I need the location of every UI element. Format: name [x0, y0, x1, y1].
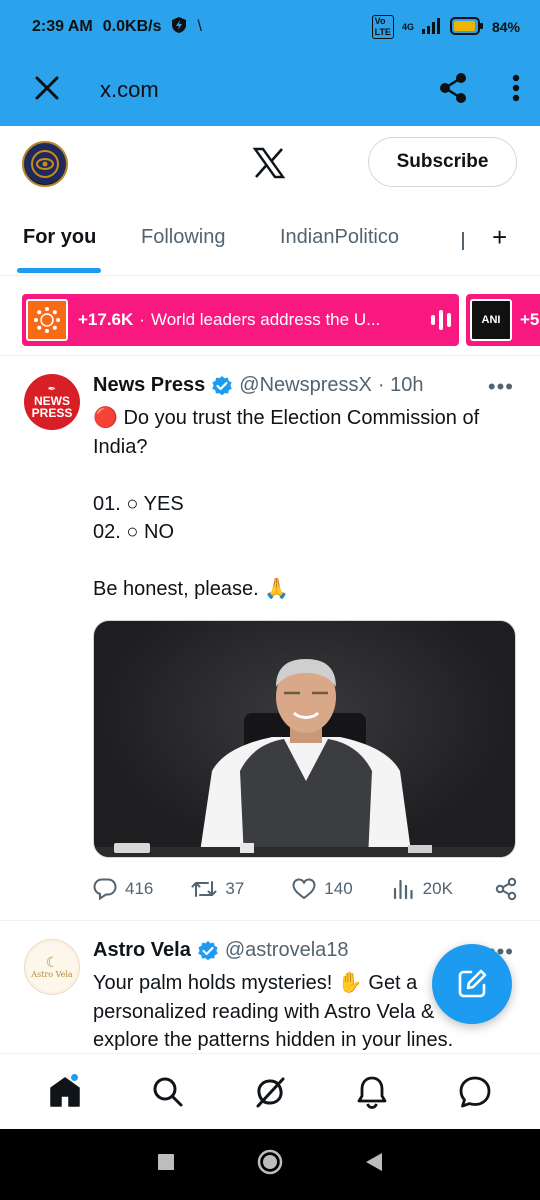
- nav-search[interactable]: [143, 1067, 193, 1117]
- back-button[interactable]: [365, 1152, 383, 1177]
- battery-icon: [449, 16, 484, 38]
- tweet-line: 01. ○ YES: [93, 492, 184, 515]
- tweet-actions: 416 37 140 20K: [93, 874, 518, 904]
- space-listener-count: +17.6K: [78, 310, 134, 329]
- url-text[interactable]: x.com: [100, 77, 159, 103]
- live-space-card-2[interactable]: ANI +5: [466, 294, 540, 346]
- live-audio-icon: [431, 310, 451, 330]
- add-tab-icon[interactable]: +: [492, 222, 507, 253]
- subscribe-button[interactable]: Subscribe: [368, 137, 517, 187]
- timeline-tabs: For you Following IndianPolitico +: [0, 202, 540, 276]
- views-button[interactable]: 20K: [393, 879, 453, 899]
- nav-notifications[interactable]: [347, 1067, 397, 1117]
- nav-grok[interactable]: [245, 1067, 295, 1117]
- volte-icon: Vo LTE: [371, 15, 394, 39]
- repost-count: 37: [225, 879, 245, 898]
- battery-percent: 84%: [491, 19, 520, 35]
- back-triangle-icon: [366, 1153, 382, 1171]
- tweet-header: Astro Vela @astrovela18: [93, 939, 349, 962]
- verified-badge-icon: [197, 940, 219, 962]
- status-speed: 0.0KB/s: [102, 18, 162, 35]
- tweet-text: 🔴 Do you trust the Election Commission o…: [93, 404, 523, 604]
- repost-button[interactable]: 37: [191, 878, 244, 900]
- grok-icon: [256, 1077, 285, 1107]
- circle-icon: [257, 1149, 283, 1175]
- like-count: 140: [324, 879, 353, 898]
- tweet-line: 🔴 Do you trust the Election Commission o…: [93, 407, 480, 458]
- tweet-line: Be honest, please. 🙏: [93, 578, 290, 600]
- signal-icon: [421, 17, 442, 37]
- tweet-time[interactable]: · 10h: [378, 374, 424, 397]
- x-logo-icon[interactable]: [252, 146, 286, 180]
- author-handle[interactable]: @NewspressX: [239, 374, 372, 397]
- views-count: 20K: [422, 879, 453, 898]
- nav-home[interactable]: [40, 1067, 90, 1117]
- space-listener-count-2: +5: [520, 310, 540, 329]
- heart-icon: [292, 878, 316, 900]
- spaces-strip: +17.6K · World leaders address the U... …: [0, 276, 540, 356]
- tweet-header: News Press @NewspressX · 10h: [93, 374, 423, 397]
- shield-icon: [171, 16, 187, 39]
- close-icon[interactable]: [34, 75, 60, 106]
- compose-icon: [458, 969, 487, 998]
- avatar-text-line-2: PRESS: [31, 406, 73, 420]
- tweet-media-image[interactable]: [93, 620, 516, 858]
- reply-icon: [93, 878, 117, 900]
- live-space-card[interactable]: +17.6K · World leaders address the U...: [22, 294, 459, 346]
- nav-messages[interactable]: [450, 1067, 500, 1117]
- screen: 2:39 AM 0.0KB/s \ Vo LTE 4G 84% x.com Su…: [0, 0, 540, 1200]
- share-icon: [495, 877, 517, 901]
- author-name[interactable]: Astro Vela: [93, 939, 191, 962]
- square-icon: [158, 1154, 174, 1170]
- more-vertical-icon[interactable]: [512, 74, 520, 107]
- tab-for-you[interactable]: For you: [23, 226, 96, 249]
- tweet-line: 02. ○ NO: [93, 521, 174, 543]
- messages-icon: [459, 1076, 491, 1107]
- tab-indianpolitico[interactable]: IndianPolitico: [280, 226, 399, 249]
- tweet-line: explore the patterns hidden in your line…: [93, 1029, 454, 1051]
- moon-icon: ☾: [45, 954, 59, 971]
- tweet-author-avatar[interactable]: ☾ Astro Vela: [24, 939, 80, 995]
- repost-icon: [191, 881, 217, 897]
- avatar-brand-text: Astro Vela: [31, 969, 73, 979]
- tab-overflow-indicator: [462, 232, 464, 250]
- bottom-navigation: [0, 1053, 540, 1129]
- space-thumbnail: [26, 299, 68, 341]
- tweet-line: [93, 461, 523, 490]
- signal-slash-icon: \: [197, 18, 202, 35]
- browser-bar: x.com: [0, 54, 540, 126]
- profile-avatar[interactable]: [22, 141, 68, 187]
- tweet-author-avatar[interactable]: ✒ NEWS PRESS: [24, 374, 80, 430]
- tweet[interactable]: ✒ NEWS PRESS News Press @NewspressX · 10…: [0, 356, 540, 921]
- x-header: Subscribe: [0, 126, 540, 202]
- notifications-icon: [357, 1076, 387, 1109]
- space-separator: ·: [139, 310, 145, 329]
- home-system-button[interactable]: [257, 1149, 283, 1180]
- verified-badge-icon: [211, 375, 233, 397]
- system-navigation-bar: [0, 1129, 540, 1200]
- unread-dot: [70, 1072, 80, 1082]
- share-tweet-button[interactable]: [494, 877, 518, 901]
- active-tab-indicator: [17, 268, 101, 273]
- tweet-line: [93, 547, 523, 576]
- reply-button[interactable]: 416: [93, 878, 153, 900]
- media-photo: [94, 659, 515, 857]
- share-icon[interactable]: [438, 72, 468, 109]
- tab-following[interactable]: Following: [141, 226, 225, 249]
- compose-button[interactable]: [432, 944, 512, 1024]
- ani-logo: ANI: [470, 299, 512, 341]
- space-title: World leaders address the U...: [150, 310, 381, 329]
- search-icon: [153, 1077, 183, 1106]
- author-name[interactable]: News Press: [93, 374, 205, 397]
- status-time: 2:39 AM: [32, 18, 93, 35]
- recents-button[interactable]: [157, 1153, 175, 1176]
- views-icon: [393, 879, 413, 899]
- reply-count: 416: [125, 879, 154, 898]
- status-bar: 2:39 AM 0.0KB/s \ Vo LTE 4G 84%: [0, 0, 540, 54]
- network-label: 4G: [401, 22, 414, 32]
- more-options-icon[interactable]: •••: [488, 374, 514, 400]
- like-button[interactable]: 140: [292, 878, 353, 900]
- author-handle[interactable]: @astrovela18: [225, 939, 349, 962]
